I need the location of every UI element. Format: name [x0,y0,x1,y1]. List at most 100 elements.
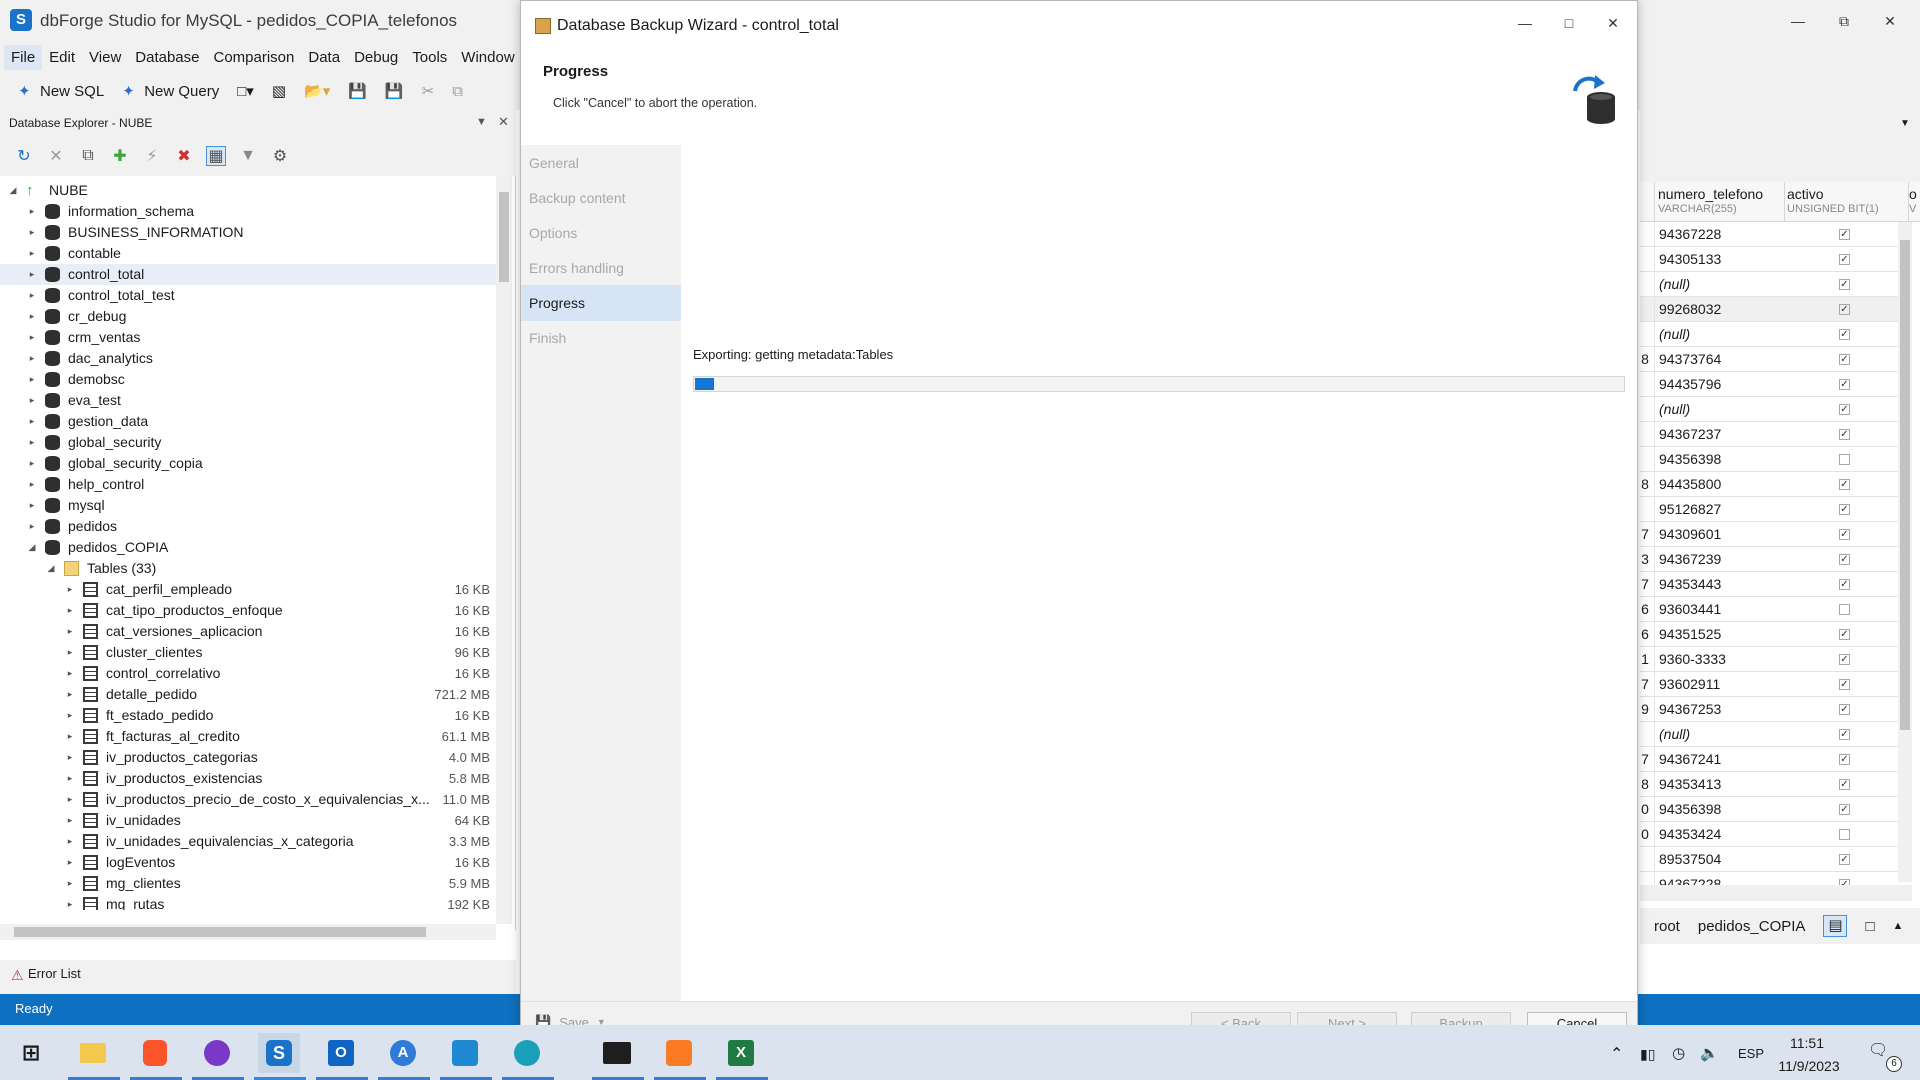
grid-vertical-scroll-thumb[interactable] [1900,240,1910,730]
menu-view[interactable]: View [82,45,128,70]
menu-debug[interactable]: Debug [347,45,405,70]
table-row[interactable]: 9 94367253 ✓ [1640,697,1912,722]
checked-checkbox-icon[interactable]: ✓ [1839,354,1850,365]
menu-database[interactable]: Database [128,45,206,70]
tree-table[interactable]: ▸ cat_versiones_aplicacion 16 KB [0,621,496,642]
expand-arrow-icon[interactable]: ▸ [27,495,37,516]
cell-numero-telefono[interactable]: 94367253 [1654,697,1784,722]
table-row[interactable]: 0 94353424 [1640,822,1912,847]
edge-icon[interactable] [514,1040,540,1066]
tree-database[interactable]: ▸ global_security_copia [0,453,496,474]
table-row[interactable]: (null) ✓ [1640,322,1912,347]
tree-table[interactable]: ▸ mg_rutas 192 KB [0,894,496,910]
new-document-icon[interactable]: □▾ [233,79,258,103]
wizard-step-backup-content[interactable]: Backup content [521,180,681,216]
cell-numero-telefono[interactable]: 9360-3333 [1654,647,1784,672]
expand-arrow-icon[interactable]: ▸ [65,789,75,810]
column-header-extra[interactable]: o V [1908,182,1920,222]
collapse-arrow-icon[interactable]: ◢ [8,180,18,201]
tray-overflow-icon[interactable]: ⌃ [1610,1044,1623,1064]
filter-icon[interactable]: ▼ [238,146,258,166]
checked-checkbox-icon[interactable]: ✓ [1839,704,1850,715]
cell-numero-telefono[interactable]: 94351525 [1654,622,1784,647]
battery-icon[interactable]: ▮▯ [1640,1046,1655,1063]
unchecked-checkbox-icon[interactable] [1839,454,1850,465]
wizard-step-general[interactable]: General [521,145,681,181]
expand-arrow-icon[interactable]: ▸ [65,705,75,726]
expand-arrow-icon[interactable]: ▸ [27,327,37,348]
error-list-tab[interactable]: Error List [28,966,81,981]
table-row[interactable]: 94305133 ✓ [1640,247,1912,272]
expand-arrow-icon[interactable]: ▸ [65,894,75,910]
menu-comparison[interactable]: Comparison [207,45,302,70]
table-row[interactable]: 7 94367241 ✓ [1640,747,1912,772]
column-header-numero-telefono[interactable]: numero_telefono VARCHAR(255) [1654,182,1784,222]
expand-arrow-icon[interactable]: ▸ [65,579,75,600]
expand-arrow-icon[interactable]: ▸ [27,390,37,411]
expand-arrow-icon[interactable]: ▸ [27,348,37,369]
new-connection-icon[interactable]: ✚ [110,146,130,166]
wizard-minimize-icon[interactable]: — [1503,9,1547,37]
azure-data-studio-icon[interactable]: A [390,1040,416,1066]
cell-numero-telefono[interactable]: (null) [1654,322,1784,347]
table-row[interactable]: 7 94353443 ✓ [1640,572,1912,597]
collapse-arrow-icon[interactable]: ◢ [46,558,56,579]
tree-database[interactable]: ▸ mysql [0,495,496,516]
cell-numero-telefono[interactable]: 93603441 [1654,597,1784,622]
save-icon[interactable]: 💾 [344,79,371,103]
tree-table[interactable]: ▸ cat_perfil_empleado 16 KB [0,579,496,600]
table-row[interactable]: 99268032 ✓ [1640,297,1912,322]
dbforge-taskbar-icon[interactable]: S [266,1040,292,1066]
tree-connection-nube[interactable]: ◢ ↑ NUBE [0,180,496,201]
checked-checkbox-icon[interactable]: ✓ [1839,279,1850,290]
tree-table[interactable]: ▸ iv_unidades 64 KB [0,810,496,831]
tree-database[interactable]: ▸ eva_test [0,390,496,411]
excel-icon[interactable]: X [728,1040,754,1066]
grid-layout-icon[interactable]: ▤ [1823,915,1848,937]
table-row[interactable]: 7 94309601 ✓ [1640,522,1912,547]
expand-arrow-icon[interactable]: ▸ [27,432,37,453]
cell-numero-telefono[interactable]: 94367237 [1654,422,1784,447]
vscode-icon[interactable] [452,1040,478,1066]
cell-numero-telefono[interactable]: 94309601 [1654,522,1784,547]
open-folder-icon[interactable]: 📂▾ [300,79,334,103]
wizard-maximize-icon[interactable]: □ [1547,9,1591,37]
tree-table[interactable]: ▸ iv_productos_existencias 5.8 MB [0,768,496,789]
brave-icon[interactable] [143,1040,167,1066]
table-row[interactable]: 94367237 ✓ [1640,422,1912,447]
clock-time[interactable]: 11:51 [1777,1035,1837,1051]
table-row[interactable]: 89537504 ✓ [1640,847,1912,872]
checked-checkbox-icon[interactable]: ✓ [1839,529,1850,540]
delete-icon[interactable]: ✕ [46,146,66,166]
tree-table[interactable]: ▸ ft_facturas_al_credito 61.1 MB [0,726,496,747]
cell-numero-telefono[interactable]: (null) [1654,722,1784,747]
tree-horizontal-scroll-thumb[interactable] [14,927,426,937]
tree-database[interactable]: ▸ pedidos [0,516,496,537]
tree-table[interactable]: ▸ ft_estado_pedido 16 KB [0,705,496,726]
tree-table[interactable]: ▸ mg_clientes 5.9 MB [0,873,496,894]
restore-icon[interactable]: ⧉ [1822,8,1866,34]
expand-arrow-icon[interactable]: ▸ [27,411,37,432]
table-row[interactable]: 6 93603441 [1640,597,1912,622]
tree-table[interactable]: ▸ detalle_pedido 721.2 MB [0,684,496,705]
outlook-icon[interactable]: O [328,1040,354,1066]
expand-arrow-icon[interactable]: ▸ [27,306,37,327]
expand-arrow-icon[interactable]: ▸ [65,663,75,684]
table-row[interactable]: 7 93602911 ✓ [1640,672,1912,697]
cell-numero-telefono[interactable]: 94353443 [1654,572,1784,597]
xampp-icon[interactable] [666,1040,692,1066]
tree-table[interactable]: ▸ iv_productos_precio_de_costo_x_equivale… [0,789,496,810]
cell-numero-telefono[interactable]: 94353413 [1654,772,1784,797]
tree-database[interactable]: ▸ contable [0,243,496,264]
table-row[interactable]: 94367228 ✓ [1640,222,1912,247]
grid-horizontal-scrollbar[interactable] [1640,885,1912,901]
wifi-icon[interactable]: ◷ [1672,1044,1685,1062]
new-query-button[interactable]: ✦ New Query [118,79,223,103]
tree-database[interactable]: ▸ demobsc [0,369,496,390]
tree-table[interactable]: ▸ iv_unidades_equivalencias_x_categoria 3.… [0,831,496,852]
explorer-close-icon[interactable]: ✕ [498,114,509,130]
checked-checkbox-icon[interactable]: ✓ [1839,429,1850,440]
menu-data[interactable]: Data [301,45,347,70]
expand-arrow-icon[interactable]: ▸ [65,726,75,747]
expand-arrow-icon[interactable]: ▸ [65,600,75,621]
